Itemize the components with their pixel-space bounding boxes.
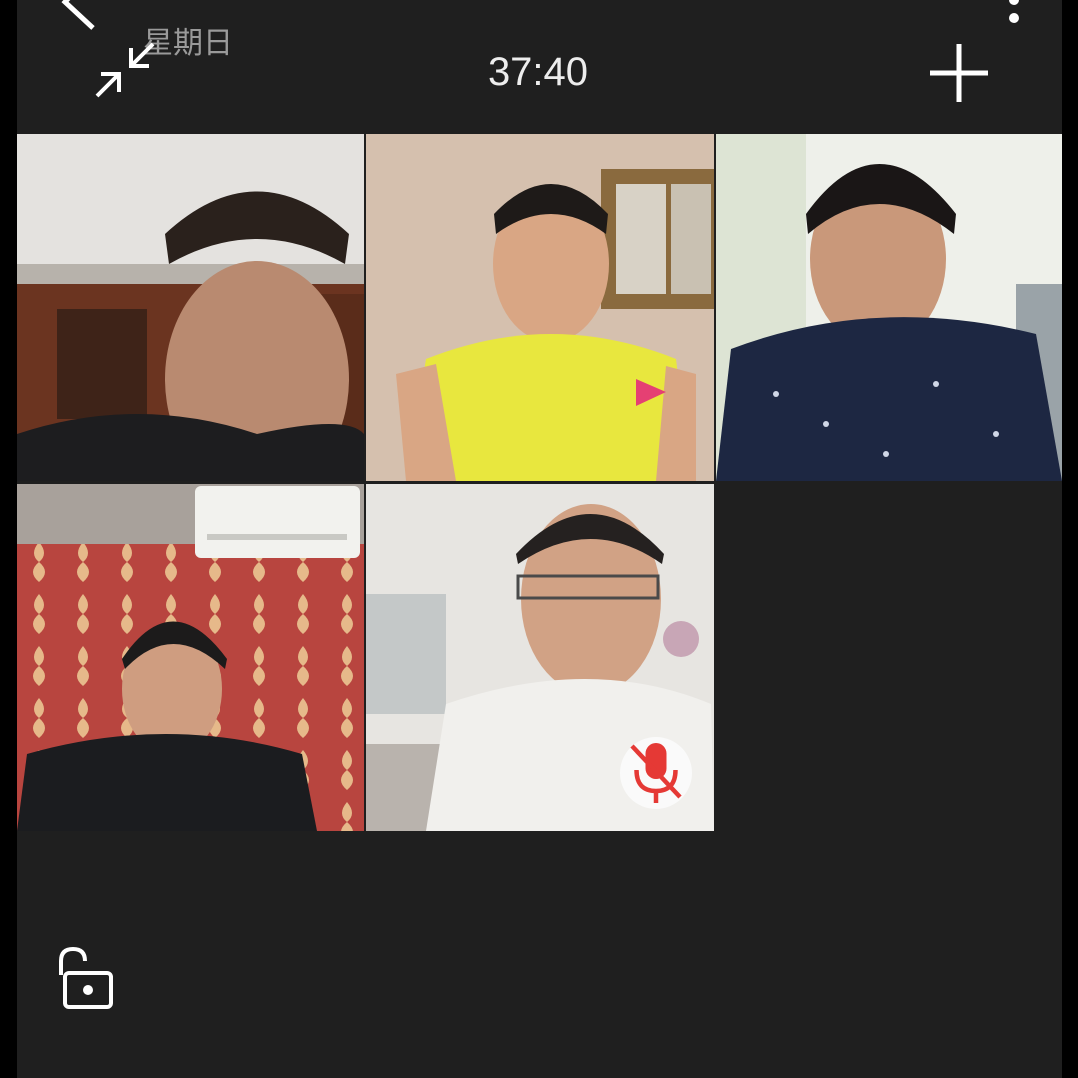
participant-2-video[interactable]	[366, 134, 714, 481]
unlock-icon[interactable]	[51, 945, 115, 1011]
participant-3-video[interactable]	[716, 134, 1062, 481]
arrow-left-icon[interactable]	[55, 0, 125, 35]
muted-indicator	[620, 737, 692, 809]
video-grid	[17, 134, 1062, 831]
participant-1-video[interactable]	[17, 134, 364, 481]
participant-4-video[interactable]	[17, 484, 364, 831]
minimize-arrows-icon[interactable]	[91, 40, 157, 102]
mic-off-icon	[630, 743, 682, 803]
participant-5-video[interactable]	[366, 484, 714, 831]
plus-icon[interactable]	[928, 42, 990, 104]
more-vertical-icon[interactable]	[1002, 0, 1026, 32]
video-call-screen: 星期日 37:40	[17, 0, 1062, 1078]
call-timer: 37:40	[487, 50, 589, 94]
